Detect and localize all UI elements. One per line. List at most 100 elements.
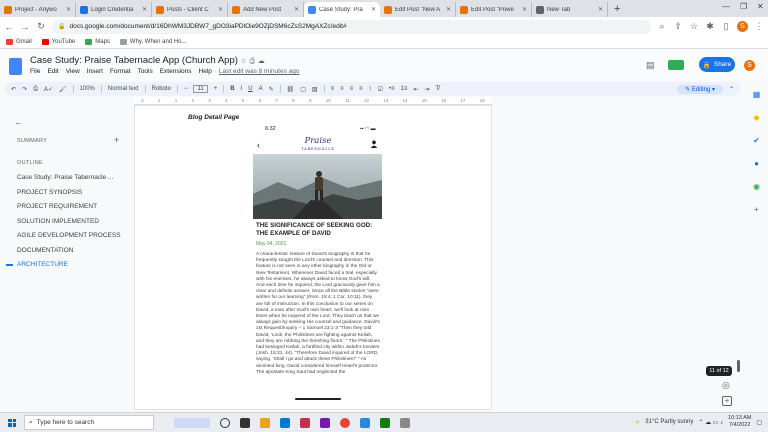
- reload-icon[interactable]: ↻: [36, 21, 46, 32]
- underline-icon[interactable]: U: [248, 86, 252, 92]
- contacts-icon[interactable]: ●: [754, 159, 759, 168]
- comment-icon[interactable]: ▢: [300, 86, 306, 93]
- browser-tab[interactable]: Edit Post "New A ✕: [380, 2, 456, 17]
- taskbar-search[interactable]: ⌕ Type here to search: [24, 415, 154, 430]
- move-folder-icon[interactable]: ⎙: [249, 58, 255, 65]
- close-tab-icon[interactable]: ✕: [522, 6, 527, 13]
- close-tab-icon[interactable]: ✕: [294, 6, 299, 13]
- checklist-icon[interactable]: ☑: [378, 86, 383, 93]
- collapse-menu-icon[interactable]: ⌃: [729, 86, 734, 93]
- browser-tab[interactable]: New Tab ✕: [532, 2, 608, 17]
- close-tab-icon[interactable]: ✕: [598, 6, 603, 13]
- add-summary-icon[interactable]: +: [114, 135, 119, 145]
- line-spacing-icon[interactable]: ↕: [369, 86, 372, 92]
- browser-tab[interactable]: Add New Post ✕: [228, 2, 304, 17]
- office-icon[interactable]: [300, 417, 310, 428]
- redo-icon[interactable]: ↷: [22, 86, 27, 93]
- app-icon[interactable]: [400, 417, 410, 428]
- browser-tab[interactable]: Case Study: Pra ✕: [304, 2, 380, 17]
- menu-help[interactable]: Help: [199, 68, 212, 75]
- image-icon[interactable]: ▧: [312, 86, 318, 93]
- keep-icon[interactable]: ◆: [753, 113, 759, 122]
- document-title[interactable]: Case Study: Praise Tabernacle App (Churc…: [30, 55, 238, 66]
- notifications-icon[interactable]: ▢: [756, 419, 762, 426]
- menu-format[interactable]: Format: [110, 68, 131, 75]
- meet-icon[interactable]: [668, 60, 684, 70]
- menu-view[interactable]: View: [66, 68, 80, 75]
- close-tab-icon[interactable]: ✕: [371, 6, 376, 13]
- edge-icon[interactable]: [280, 417, 290, 428]
- weather-text[interactable]: 31°C Partly sunny: [645, 419, 693, 425]
- font-size-input[interactable]: 11: [193, 85, 208, 93]
- font-select[interactable]: Roboto: [152, 86, 171, 92]
- app-icon[interactable]: [380, 417, 390, 428]
- forward-arrow-icon[interactable]: →: [20, 22, 30, 32]
- extensions-icon[interactable]: ✱: [705, 21, 715, 32]
- outline-item-documentation[interactable]: DOCUMENTATION: [17, 247, 73, 254]
- cloud-saved-icon[interactable]: ☁: [258, 58, 265, 65]
- docs-logo-icon[interactable]: [9, 58, 22, 75]
- address-bar[interactable]: 🔒 docs.google.com/document/d/16DhWM3JDBW…: [52, 19, 651, 34]
- bookmark-youtube[interactable]: YouTube: [41, 39, 75, 45]
- ruler[interactable]: 2 1 1 2 3 4 5 6 7 8 9 10 11 12 13 14 15 …: [134, 97, 492, 105]
- outline-item-solution[interactable]: SOLUTION IMPLEMENTED: [17, 218, 99, 225]
- last-edit-link[interactable]: Last edit was 8 minutes ago: [219, 68, 300, 75]
- close-tab-icon[interactable]: ✕: [218, 6, 223, 13]
- back-arrow-icon[interactable]: ←: [4, 22, 14, 32]
- maximize-icon[interactable]: ❐: [740, 2, 747, 11]
- file-explorer-icon[interactable]: [260, 417, 270, 428]
- align-center-icon[interactable]: ≡: [340, 86, 344, 92]
- tasks-icon[interactable]: ✔: [753, 136, 760, 145]
- close-window-icon[interactable]: ✕: [757, 2, 764, 11]
- docs-user-avatar[interactable]: S: [744, 60, 755, 71]
- clock[interactable]: 10:13 AM 7/4/2022: [728, 415, 751, 429]
- scrollbar-thumb[interactable]: [737, 360, 740, 372]
- task-view-icon[interactable]: [240, 417, 250, 428]
- clear-formatting-icon[interactable]: T̸: [436, 86, 440, 92]
- maps-side-icon[interactable]: ◉: [753, 182, 760, 191]
- outline-item-agile[interactable]: AGILE DEVELOPMENT PROCESS: [17, 232, 121, 239]
- spellcheck-icon[interactable]: A✓: [44, 86, 53, 93]
- menu-file[interactable]: File: [30, 68, 40, 75]
- style-select[interactable]: Normal text: [108, 86, 139, 92]
- italic-icon[interactable]: I: [241, 86, 243, 92]
- text-color-icon[interactable]: A: [259, 86, 263, 92]
- explore-icon[interactable]: ◎: [722, 380, 730, 391]
- bookmark-star-icon[interactable]: ☆: [689, 21, 699, 32]
- align-left-icon[interactable]: ≡: [331, 86, 335, 92]
- browser-tab[interactable]: Project - Anywo ✕: [0, 2, 76, 17]
- menu-insert[interactable]: Insert: [87, 68, 103, 75]
- undo-icon[interactable]: ↶: [11, 86, 16, 93]
- browser-tab[interactable]: Login Credentia ✕: [76, 2, 152, 17]
- minimize-icon[interactable]: —: [722, 2, 730, 11]
- zoom-icon[interactable]: ⌕: [657, 21, 667, 32]
- side-panel-icon[interactable]: ▯: [721, 21, 731, 32]
- close-tab-icon[interactable]: ✕: [142, 6, 147, 13]
- numbered-list-icon[interactable]: 1≡: [401, 86, 408, 92]
- add-comment-icon[interactable]: +: [722, 396, 732, 406]
- bulleted-list-icon[interactable]: •≡: [389, 86, 395, 92]
- bookmark-maps[interactable]: Maps: [85, 39, 110, 45]
- windows-start-icon[interactable]: [8, 418, 16, 427]
- profile-avatar[interactable]: S: [737, 21, 748, 32]
- close-outline-arrow-icon[interactable]: ←: [14, 117, 23, 127]
- outline-item-synopsis[interactable]: PROJECT SYNOPSIS: [17, 189, 82, 196]
- outline-item-requirement[interactable]: PROJECT REQUIREMENT: [17, 203, 97, 210]
- cortana-icon[interactable]: [220, 417, 230, 428]
- browser-menu-icon[interactable]: ⋮: [754, 21, 764, 32]
- bookmark-gmail[interactable]: Gmail: [6, 39, 32, 45]
- print-icon[interactable]: ⎙: [33, 86, 38, 93]
- tray-icons[interactable]: ⌃ ☁ ▭ ♪: [698, 419, 723, 426]
- star-icon[interactable]: ☆: [241, 58, 247, 65]
- chrome-icon[interactable]: [340, 417, 350, 428]
- editing-mode-select[interactable]: ✎ Editing ▾: [677, 84, 723, 94]
- outline-item-architecture[interactable]: ARCHITECTURE: [17, 261, 68, 268]
- browser-tab[interactable]: Posts - Client C ✕: [152, 2, 228, 17]
- close-tab-icon[interactable]: ✕: [66, 6, 71, 13]
- outline-item-case-study[interactable]: Case Study: Praise Tabernacle ...: [17, 174, 113, 181]
- calendar-icon[interactable]: ▦: [753, 90, 761, 99]
- new-tab-button[interactable]: +: [608, 2, 626, 17]
- zoom-select[interactable]: 100%: [80, 86, 95, 92]
- app-icon[interactable]: [360, 417, 370, 428]
- menu-extensions[interactable]: Extensions: [160, 68, 192, 75]
